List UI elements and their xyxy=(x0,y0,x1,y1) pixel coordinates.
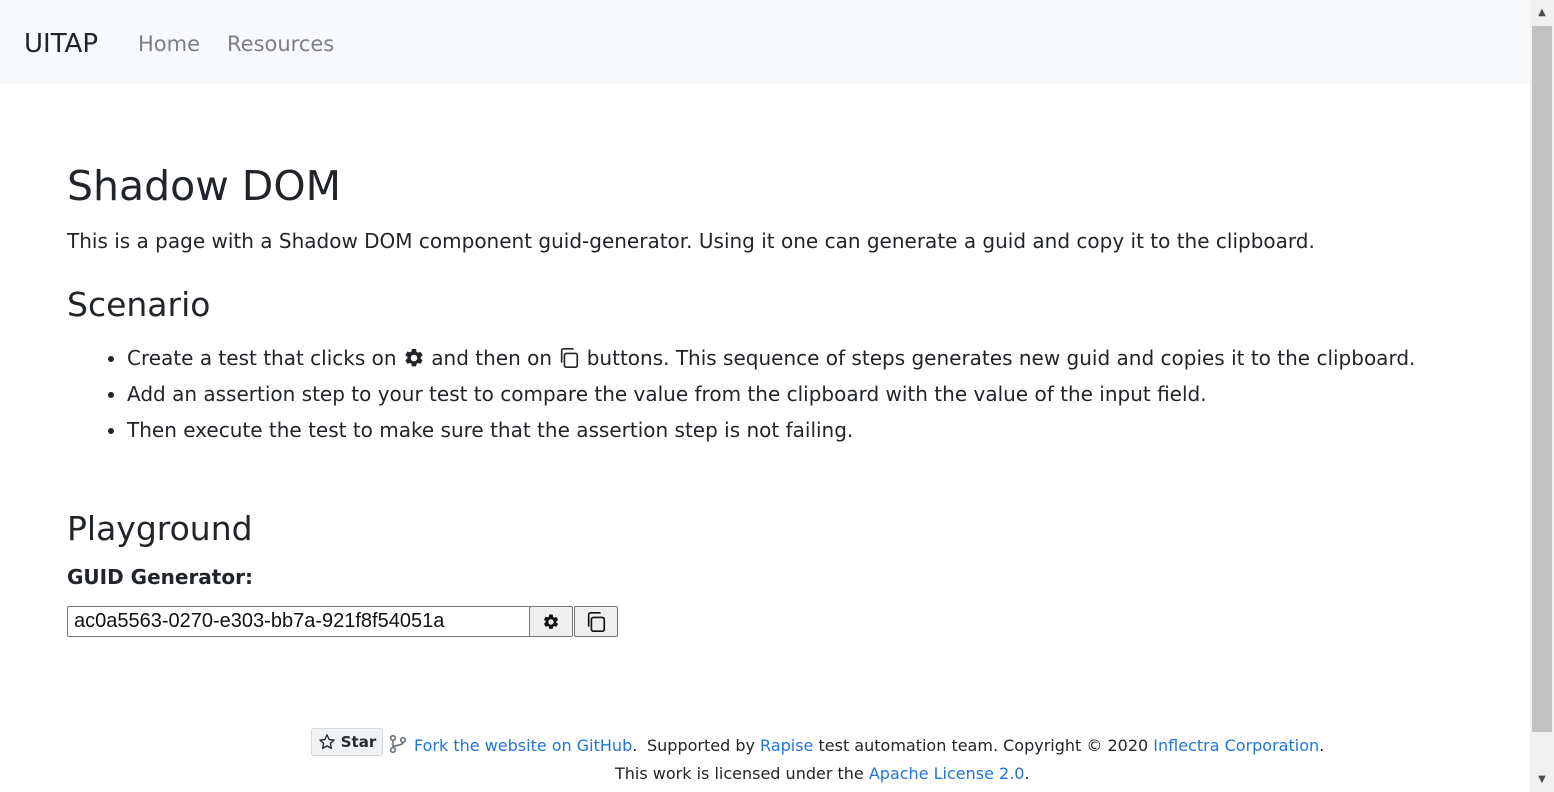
copy-icon xyxy=(561,348,579,368)
copy-guid-button[interactable] xyxy=(574,606,618,637)
scenario-heading: Scenario xyxy=(67,285,211,324)
supported-suffix: . xyxy=(1319,736,1325,755)
nav-home-link[interactable]: Home xyxy=(138,28,200,60)
fork-github-link[interactable]: Fork the website on GitHub xyxy=(414,736,632,755)
star-label: Star xyxy=(340,733,377,751)
license-text: This work is licensed under the Apache L… xyxy=(615,760,1030,788)
scenario-steps-list: Create a test that clicks on and then on… xyxy=(67,340,1457,448)
page-intro: This is a page with a Shadow DOM compone… xyxy=(67,229,1315,253)
list-item: Add an assertion step to your test to co… xyxy=(127,376,1457,412)
copy-icon xyxy=(587,611,606,632)
page-title: Shadow DOM xyxy=(67,162,342,210)
github-star-button[interactable]: Star xyxy=(311,728,383,756)
guid-input[interactable] xyxy=(67,606,531,637)
supported-mid: test automation team. Copyright © 2020 xyxy=(813,736,1154,755)
step1-text-b: and then on xyxy=(424,346,559,370)
step1-text-c: buttons. This sequence of steps generate… xyxy=(580,346,1416,370)
guid-generator-label: GUID Generator: xyxy=(67,565,253,589)
top-navbar: UITAP Home Resources xyxy=(0,0,1530,84)
inflectra-link[interactable]: Inflectra Corporation xyxy=(1153,736,1319,755)
gear-icon xyxy=(543,613,559,629)
playground-heading: Playground xyxy=(67,509,253,548)
fork-period: . xyxy=(632,736,638,755)
scroll-up-arrow-icon[interactable]: ▲ xyxy=(1530,0,1554,20)
vertical-scrollbar[interactable]: ▲ ▼ xyxy=(1530,0,1554,792)
list-item: Create a test that clicks on and then on… xyxy=(127,340,1457,376)
scrollbar-thumb[interactable] xyxy=(1532,26,1552,732)
gear-icon xyxy=(405,348,423,367)
license-prefix: This work is licensed under the xyxy=(615,764,869,783)
scroll-down-arrow-icon[interactable]: ▼ xyxy=(1530,770,1554,790)
supported-by-text: Supported by Rapise test automation team… xyxy=(647,732,1324,760)
supported-prefix: Supported by xyxy=(647,736,761,755)
rapise-link[interactable]: Rapise xyxy=(760,736,813,755)
license-suffix: . xyxy=(1024,764,1030,783)
star-icon xyxy=(318,734,335,750)
nav-resources-link[interactable]: Resources xyxy=(227,28,334,60)
step1-text-a: Create a test that clicks on xyxy=(127,346,403,370)
brand-link[interactable]: UITAP xyxy=(24,24,98,64)
fork-icon xyxy=(389,734,407,754)
generate-guid-button[interactable] xyxy=(529,606,573,637)
apache-license-link[interactable]: Apache License 2.0 xyxy=(869,764,1025,783)
list-item: Then execute the test to make sure that … xyxy=(127,412,1457,448)
